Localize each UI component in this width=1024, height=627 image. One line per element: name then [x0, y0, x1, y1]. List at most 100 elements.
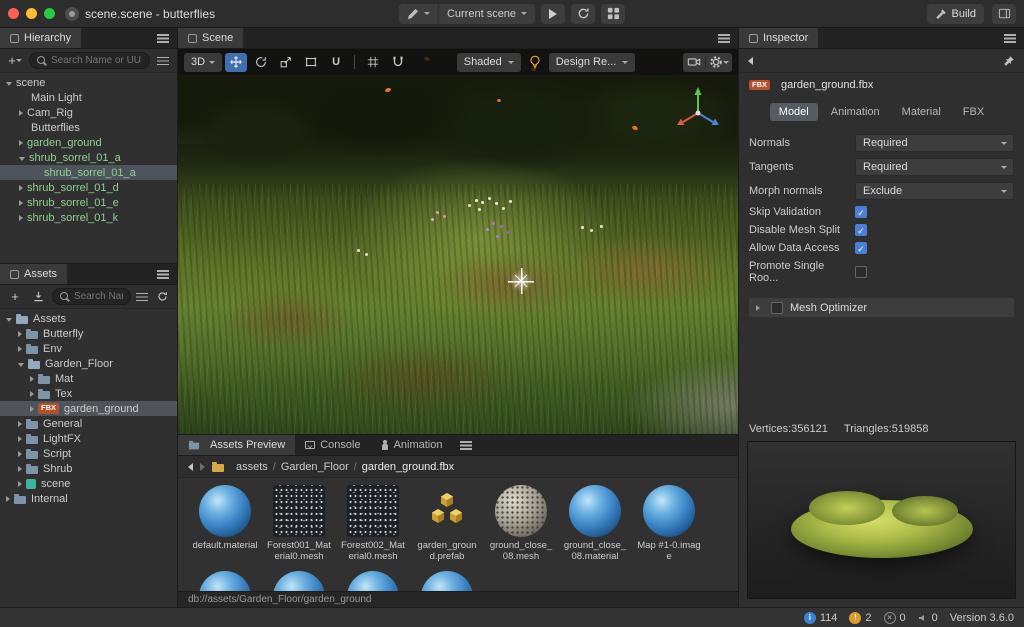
- breadcrumb-root[interactable]: assets: [236, 461, 268, 473]
- move-tool-button[interactable]: [225, 52, 248, 72]
- inspector-menu-icon[interactable]: [1004, 33, 1016, 43]
- hierarchy-filter-icon[interactable]: [157, 56, 169, 66]
- asset-item[interactable]: Script: [0, 446, 177, 461]
- tree-arrow-icon[interactable]: [6, 317, 12, 322]
- asset-item[interactable]: Shrub: [0, 461, 177, 476]
- camera-view-button[interactable]: [683, 53, 705, 72]
- close-window-button[interactable]: [8, 8, 19, 19]
- inspector-tab-fbx[interactable]: FBX: [954, 103, 993, 121]
- scene-tab[interactable]: Scene: [178, 28, 244, 48]
- asset-thumbnail[interactable]: [192, 569, 258, 591]
- back-icon[interactable]: [188, 462, 193, 471]
- rect-tool-button[interactable]: [300, 53, 322, 72]
- tab-assets-preview[interactable]: Assets Preview: [178, 435, 296, 455]
- asset-thumbnail[interactable]: Forest002_Material0.mesh: [340, 483, 406, 563]
- hierarchy-item[interactable]: garden_ground: [0, 135, 177, 150]
- warning-message-count[interactable]: 2: [849, 611, 872, 624]
- grid-snap-button[interactable]: [362, 53, 384, 72]
- asset-item[interactable]: Garden_Floor: [0, 356, 177, 371]
- breadcrumb-file[interactable]: garden_ground.fbx: [349, 461, 454, 473]
- mesh-preview[interactable]: [747, 441, 1016, 599]
- asset-thumbnail[interactable]: Map #1-0.image: [636, 483, 702, 563]
- tree-arrow-icon[interactable]: [6, 81, 12, 86]
- shading-mode-select[interactable]: Shaded: [456, 52, 521, 72]
- tree-arrow-icon[interactable]: [30, 375, 34, 382]
- hierarchy-item[interactable]: Main Light: [0, 90, 177, 105]
- hierarchy-item[interactable]: shrub_sorrel_01_k: [0, 210, 177, 225]
- assets-refresh-button[interactable]: [153, 288, 171, 305]
- error-message-count[interactable]: 0: [883, 611, 906, 624]
- hierarchy-menu-icon[interactable]: [157, 33, 169, 43]
- tree-arrow-icon[interactable]: [18, 465, 22, 472]
- breadcrumb-folder[interactable]: Garden_Floor: [268, 461, 349, 473]
- mesh-optimizer-section[interactable]: Mesh Optimizer: [749, 298, 1014, 317]
- asset-item[interactable]: Tex: [0, 386, 177, 401]
- play-button[interactable]: [541, 3, 566, 24]
- tree-arrow-icon[interactable]: [6, 495, 10, 502]
- unified-transform-tool-button[interactable]: [325, 53, 347, 72]
- layout-grid-button[interactable]: [601, 3, 626, 24]
- asset-thumbnail[interactable]: [414, 569, 480, 591]
- asset-item[interactable]: FBX garden_ground: [0, 401, 177, 416]
- assets-search-input[interactable]: [74, 291, 123, 302]
- scale-tool-button[interactable]: [275, 53, 297, 72]
- inspector-tab[interactable]: Inspector: [739, 28, 819, 48]
- asset-thumbnail[interactable]: [340, 569, 406, 591]
- rotate-tool-button[interactable]: [250, 53, 272, 72]
- preview-menu-icon[interactable]: [460, 440, 473, 450]
- forward-icon[interactable]: [200, 462, 205, 471]
- tree-arrow-icon[interactable]: [18, 420, 22, 427]
- tree-arrow-icon[interactable]: [756, 304, 760, 311]
- hierarchy-item[interactable]: scene: [0, 75, 177, 90]
- mesh-optimizer-checkbox[interactable]: [771, 301, 783, 314]
- asset-thumbnail[interactable]: [266, 569, 332, 591]
- tree-arrow-icon[interactable]: [18, 362, 24, 367]
- projection-mode-button[interactable]: 3D: [184, 52, 223, 72]
- tree-arrow-icon[interactable]: [19, 199, 23, 206]
- asset-thumbnail[interactable]: Forest001_Material0.mesh: [266, 483, 332, 563]
- asset-item[interactable]: Internal: [0, 491, 177, 506]
- property-checkbox[interactable]: [855, 266, 867, 278]
- lighting-toggle-button[interactable]: [524, 53, 546, 72]
- create-asset-button[interactable]: [6, 288, 24, 305]
- assets-search[interactable]: [52, 288, 131, 305]
- tree-arrow-icon[interactable]: [18, 435, 22, 442]
- tree-arrow-icon[interactable]: [19, 139, 23, 146]
- tree-arrow-icon[interactable]: [30, 405, 34, 412]
- assets-tab[interactable]: Assets: [0, 264, 68, 284]
- tree-arrow-icon[interactable]: [19, 184, 23, 191]
- asset-item[interactable]: LightFX: [0, 431, 177, 446]
- asset-thumbnail[interactable]: garden_ground.prefab: [414, 483, 480, 563]
- scene-menu-icon[interactable]: [718, 33, 730, 43]
- asset-item[interactable]: General: [0, 416, 177, 431]
- viewport-canvas[interactable]: 3D U Shaded Design Re...: [178, 49, 738, 434]
- inspector-tab-material[interactable]: Material: [893, 103, 950, 121]
- tab-animation[interactable]: Animation: [371, 435, 453, 455]
- tree-arrow-icon[interactable]: [18, 345, 22, 352]
- panel-layout-button[interactable]: [992, 3, 1016, 24]
- info-message-count[interactable]: 114: [803, 611, 837, 624]
- import-asset-button[interactable]: [29, 288, 47, 305]
- create-node-button[interactable]: [6, 52, 24, 69]
- minimize-window-button[interactable]: [26, 8, 37, 19]
- tree-arrow-icon[interactable]: [18, 450, 22, 457]
- axis-gizmo[interactable]: [670, 81, 726, 137]
- tree-arrow-icon[interactable]: [19, 214, 23, 221]
- tree-arrow-icon[interactable]: [19, 156, 25, 161]
- hierarchy-item[interactable]: shrub_sorrel_01_d: [0, 180, 177, 195]
- hierarchy-item[interactable]: Cam_Rig: [0, 105, 177, 120]
- property-dropdown[interactable]: Exclude: [855, 182, 1014, 200]
- asset-thumbnail[interactable]: ground_close_08.mesh: [488, 483, 554, 563]
- current-scene-select[interactable]: Current scene: [439, 4, 535, 24]
- hierarchy-item[interactable]: shrub_sorrel_01_e: [0, 195, 177, 210]
- hierarchy-item[interactable]: shrub_sorrel_01_a: [0, 165, 177, 180]
- viewport-settings-button[interactable]: [706, 53, 732, 72]
- tree-arrow-icon[interactable]: [19, 109, 23, 116]
- inspector-tab-animation[interactable]: Animation: [822, 103, 889, 121]
- hierarchy-item[interactable]: Butterflies: [0, 120, 177, 135]
- inspector-tab-model[interactable]: Model: [769, 103, 818, 121]
- property-dropdown[interactable]: Required: [855, 158, 1014, 176]
- tree-arrow-icon[interactable]: [30, 390, 34, 397]
- build-button[interactable]: Build: [926, 3, 984, 24]
- property-dropdown[interactable]: Required: [855, 134, 1014, 152]
